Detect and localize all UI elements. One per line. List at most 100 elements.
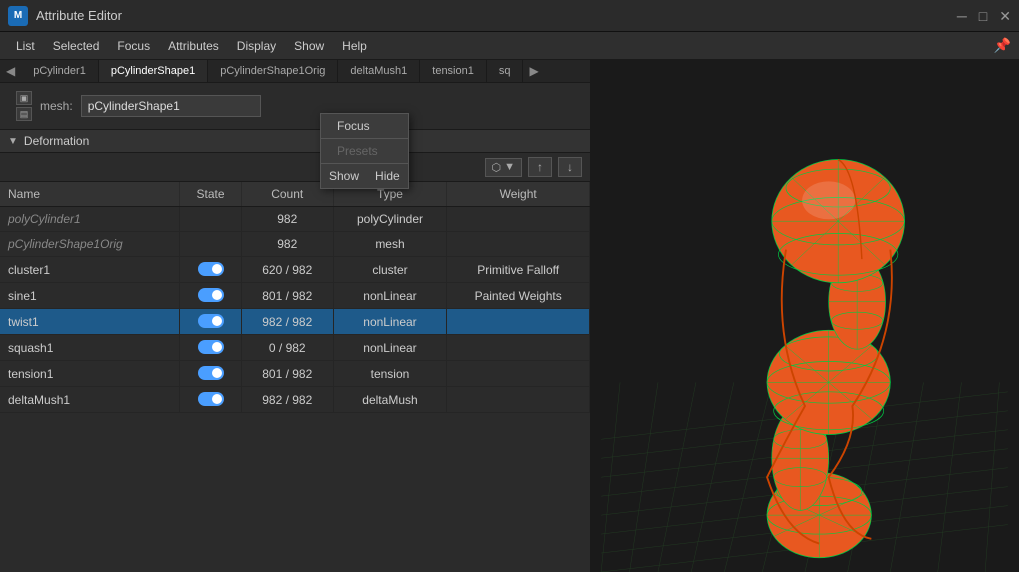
cell-weight	[447, 335, 590, 361]
menu-focus[interactable]: Focus	[109, 36, 158, 56]
table-container: ⬡ ▼ ↑ ↓ Name State Count Type Weight	[0, 153, 590, 572]
cell-count: 620 / 982	[241, 257, 333, 283]
cell-weight: Painted Weights	[447, 283, 590, 309]
filter-icon: ⬡	[492, 161, 502, 174]
cell-name: tension1	[0, 361, 180, 387]
move-down-button[interactable]: ↓	[558, 157, 582, 177]
cell-name: deltaMush1	[0, 387, 180, 413]
cell-state[interactable]	[180, 257, 242, 283]
menu-attributes[interactable]: Attributes	[160, 36, 227, 56]
table-row[interactable]: deltaMush1 982 / 982deltaMush	[0, 387, 590, 413]
cell-count: 801 / 982	[241, 283, 333, 309]
minimize-button[interactable]: ─	[957, 9, 967, 23]
cell-count: 801 / 982	[241, 361, 333, 387]
table-toolbar: ⬡ ▼ ↑ ↓	[0, 153, 590, 182]
cell-state[interactable]	[180, 309, 242, 335]
toggle-switch[interactable]	[198, 314, 224, 328]
cell-weight	[447, 387, 590, 413]
section-collapse-arrow[interactable]: ▼	[8, 136, 18, 147]
mesh-header: ▣ ▤ mesh: Focus Presets Show Hide	[0, 83, 590, 129]
mesh-label: mesh:	[40, 99, 73, 113]
table-row[interactable]: cluster1620 / 982clusterPrimitive Fallof…	[0, 257, 590, 283]
cell-name: sine1	[0, 283, 180, 309]
menu-bar: List Selected Focus Attributes Display S…	[0, 32, 1019, 60]
table-row[interactable]: twist1982 / 982nonLinear	[0, 309, 590, 335]
cell-state	[180, 207, 242, 232]
toggle-switch[interactable]	[198, 340, 224, 354]
cell-count: 982	[241, 232, 333, 257]
menu-show[interactable]: Show	[286, 36, 332, 56]
main-content: ◀ pCylinder1 pCylinderShape1 pCylinderSh…	[0, 60, 1019, 572]
cell-state[interactable]	[180, 387, 242, 413]
toggle-switch[interactable]	[198, 392, 224, 406]
toggle-knob	[212, 342, 222, 352]
table-row[interactable]: sine1 801 / 982nonLinearPainted Weights	[0, 283, 590, 309]
table-row[interactable]: squash10 / 982nonLinear	[0, 335, 590, 361]
cell-count: 0 / 982	[241, 335, 333, 361]
cell-type: nonLinear	[333, 335, 447, 361]
focus-popup-show[interactable]: Show	[321, 164, 367, 188]
cell-type: tension	[333, 361, 447, 387]
mesh-icon-bottom[interactable]: ▤	[16, 107, 32, 121]
tab-tension1[interactable]: tension1	[420, 60, 487, 82]
focus-popup-focus[interactable]: Focus	[321, 114, 408, 138]
cell-weight	[447, 232, 590, 257]
col-name: Name	[0, 182, 180, 207]
table-row[interactable]: polyCylinder1 982polyCylinder	[0, 207, 590, 232]
cell-type: deltaMush	[333, 387, 447, 413]
title-bar: M Attribute Editor ─ □ ✕	[0, 0, 1019, 32]
menu-list[interactable]: List	[8, 36, 43, 56]
toggle-switch[interactable]	[198, 262, 224, 276]
focus-popup-hide[interactable]: Hide	[367, 164, 408, 188]
cell-state[interactable]	[180, 361, 242, 387]
cell-count: 982 / 982	[241, 387, 333, 413]
cell-name: twist1	[0, 309, 180, 335]
window-title: Attribute Editor	[36, 8, 957, 23]
pin-icon[interactable]: 📌	[994, 37, 1011, 54]
tab-deltamush1[interactable]: deltaMush1	[338, 60, 420, 82]
cell-type: nonLinear	[333, 283, 447, 309]
toggle-switch[interactable]	[198, 288, 224, 302]
cell-name: pCylinderShape1Orig	[0, 232, 180, 257]
cell-type: mesh	[333, 232, 447, 257]
menu-display[interactable]: Display	[229, 36, 284, 56]
section-header: ▼ Deformation	[0, 129, 590, 153]
tab-pcylinder1[interactable]: pCylinder1	[21, 60, 99, 82]
cell-count: 982	[241, 207, 333, 232]
cell-state[interactable]	[180, 335, 242, 361]
cell-weight	[447, 309, 590, 335]
filter-button[interactable]: ⬡ ▼	[485, 158, 523, 177]
deformation-table: Name State Count Type Weight polyCylinde…	[0, 182, 590, 413]
focus-popup: Focus Presets Show Hide	[320, 113, 409, 189]
maximize-button[interactable]: □	[979, 9, 987, 23]
close-button[interactable]: ✕	[999, 9, 1011, 23]
toggle-knob	[212, 290, 222, 300]
tabs-container: ◀ pCylinder1 pCylinderShape1 pCylinderSh…	[0, 60, 590, 83]
menu-help[interactable]: Help	[334, 36, 375, 56]
tab-pcylindershape1orig[interactable]: pCylinderShape1Orig	[208, 60, 338, 82]
table-row[interactable]: tension1 801 / 982tension	[0, 361, 590, 387]
app-logo: M	[8, 6, 28, 26]
filter-arrow: ▼	[504, 161, 515, 173]
toggle-knob	[212, 368, 222, 378]
col-state: State	[180, 182, 242, 207]
mesh-icon-top[interactable]: ▣	[16, 91, 32, 105]
cell-state[interactable]	[180, 283, 242, 309]
cell-name: polyCylinder1	[0, 207, 180, 232]
toggle-switch[interactable]	[198, 366, 224, 380]
viewport[interactable]	[590, 60, 1019, 572]
tab-sq[interactable]: sq	[487, 60, 524, 82]
cell-type: polyCylinder	[333, 207, 447, 232]
table-scroll[interactable]: Name State Count Type Weight polyCylinde…	[0, 182, 590, 572]
cell-count: 982 / 982	[241, 309, 333, 335]
tab-scroll-left[interactable]: ◀	[0, 60, 21, 82]
cell-name: cluster1	[0, 257, 180, 283]
menu-selected[interactable]: Selected	[45, 36, 108, 56]
tab-pcylindershape1[interactable]: pCylinderShape1	[99, 60, 208, 82]
left-panel: ◀ pCylinder1 pCylinderShape1 pCylinderSh…	[0, 60, 590, 572]
cell-weight	[447, 361, 590, 387]
move-up-button[interactable]: ↑	[528, 157, 552, 177]
mesh-input[interactable]	[81, 95, 261, 117]
table-row[interactable]: pCylinderShape1Orig 982mesh	[0, 232, 590, 257]
tab-scroll-right[interactable]: ▶	[523, 60, 544, 82]
